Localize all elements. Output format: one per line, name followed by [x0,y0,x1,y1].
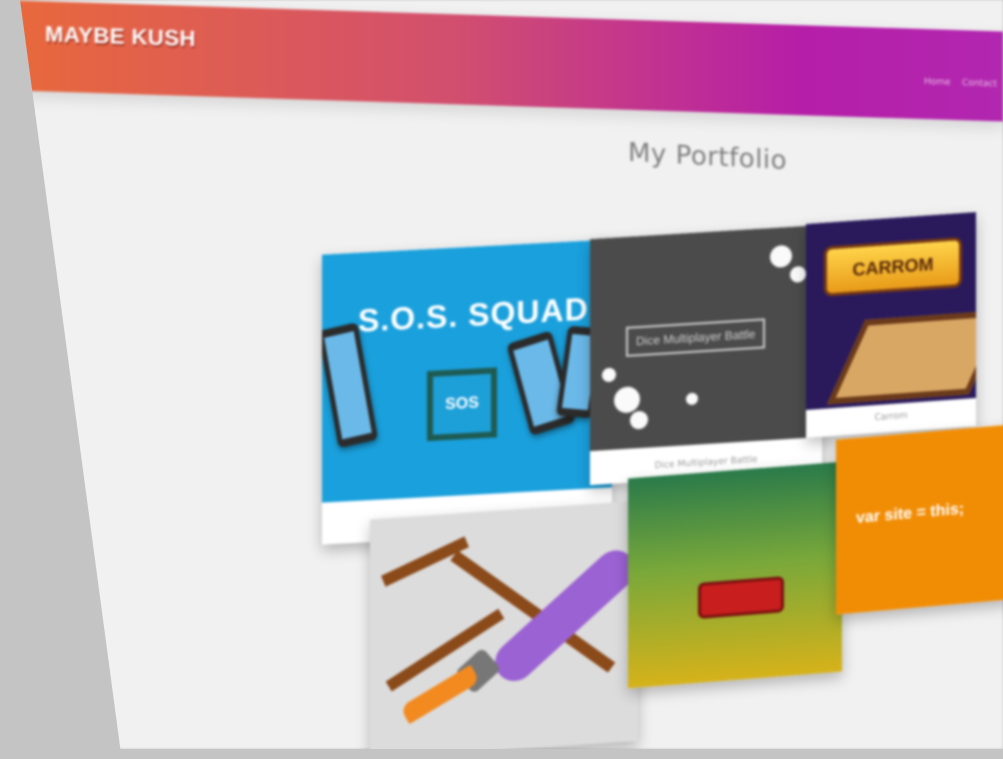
splat-decoration [790,265,806,283]
paint-brush-icon [487,542,638,690]
portfolio-card-dice-multiplayer[interactable]: Dice Multiplayer Battle Dice Multiplayer… [590,224,822,486]
code-snippet-text: var site = this; [856,500,965,527]
portfolio-grid: S.O.S. SQUAD SOS SOS Squad Dice Multipla… [20,0,1003,749]
splat-decoration [630,410,648,430]
carrom-board-image [826,309,976,405]
portfolio-card-code[interactable]: var site = this; [836,424,1003,615]
card-thumbnail: S.O.S. SQUAD SOS [322,239,612,503]
sos-badge: SOS [427,367,497,442]
browser-viewport: MAYBE KUSH Home Contact My Portfolio S.O… [20,0,1003,749]
portfolio-card-sos-squad[interactable]: S.O.S. SQUAD SOS SOS Squad [322,239,612,545]
portfolio-card-game-scene[interactable] [628,461,842,689]
card-thumbnail: var site = this; [836,424,1003,615]
game-title-banner [698,576,784,619]
carrom-logo: CARROM [824,237,962,297]
splat-decoration [602,367,616,383]
portfolio-card-paint-brush[interactable] [370,500,638,749]
phone-image [322,322,379,449]
card-thumbnail: CARROM [806,212,976,410]
dice-game-title: Dice Multiplayer Battle [626,318,766,357]
card-thumbnail [628,461,842,689]
splat-decoration [770,244,792,269]
card-thumbnail: Dice Multiplayer Battle [590,224,822,452]
splat-decoration [614,386,640,414]
splat-decoration [686,392,698,406]
portfolio-card-carrom[interactable]: CARROM Carrom [806,212,976,438]
card-thumbnail [370,500,638,749]
sos-squad-title: S.O.S. SQUAD [358,290,589,339]
